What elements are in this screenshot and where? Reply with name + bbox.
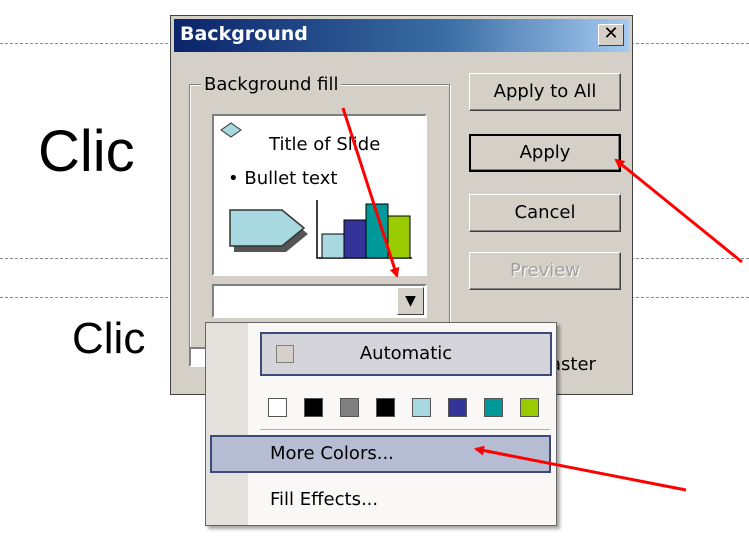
annotation-arrows bbox=[341, 107, 743, 492]
annotation-arrow-to-dropdown bbox=[341, 107, 400, 278]
annotation-arrow-to-more-colors bbox=[474, 445, 687, 492]
annotation-arrow-to-apply bbox=[614, 158, 743, 264]
